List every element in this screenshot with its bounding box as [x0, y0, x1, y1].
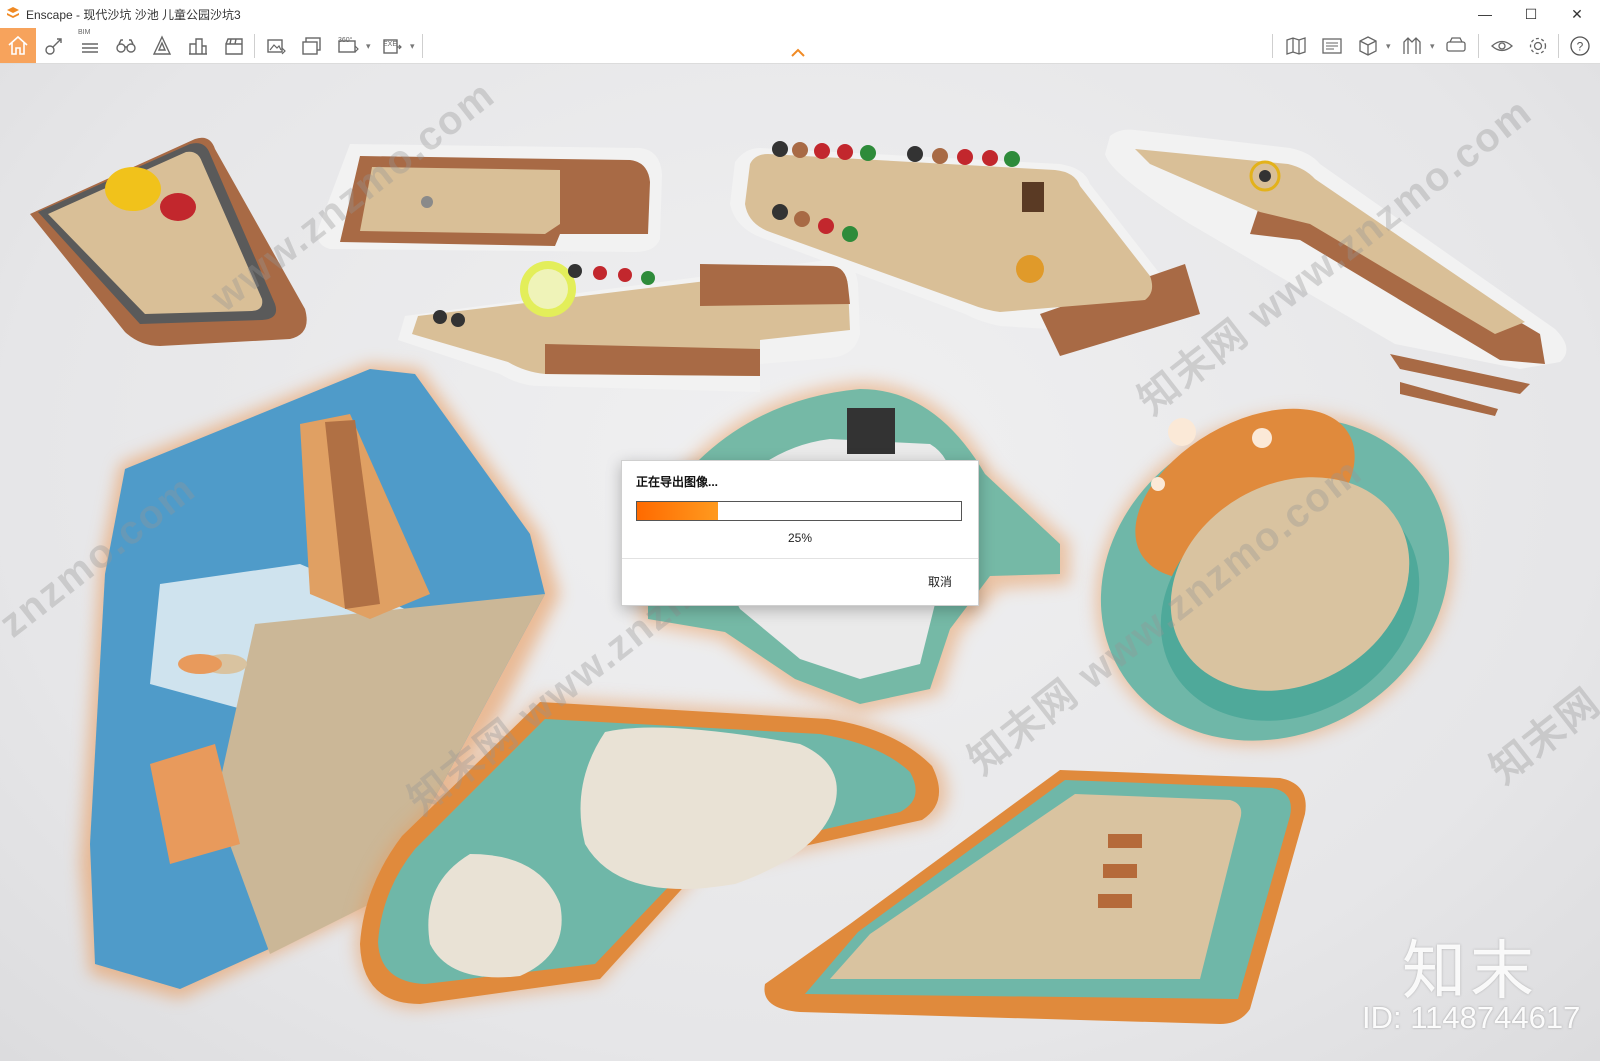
asset-library-button[interactable]: [36, 28, 72, 63]
batch-render-button[interactable]: [294, 28, 330, 63]
help-icon: ?: [1570, 35, 1590, 56]
panorama-label: 360°: [338, 37, 353, 44]
close-button[interactable]: ✕: [1554, 0, 1600, 28]
batch-render-icon: [302, 36, 321, 55]
visibility-icon: [1491, 40, 1513, 51]
render-image-button[interactable]: [258, 28, 294, 63]
chevron-down-icon[interactable]: ▾: [1430, 41, 1435, 52]
capture-button[interactable]: [1314, 28, 1350, 63]
bim-button[interactable]: BIM: [72, 28, 108, 63]
toolbar-separator: [1272, 34, 1273, 58]
progress-percent-text: 25%: [787, 531, 813, 545]
chevron-down-icon[interactable]: ▾: [410, 41, 415, 52]
vr-headset-icon: [1446, 36, 1466, 52]
window-title: Enscape - 现代沙坑 沙池 儿童公园沙坑3: [26, 7, 241, 22]
site-context-icon: [152, 34, 172, 55]
map-button[interactable]: [1278, 28, 1314, 63]
collapse-toolbar-chevron-icon[interactable]: [790, 46, 806, 58]
materials-icon: [1403, 36, 1421, 54]
home-button[interactable]: [0, 28, 36, 63]
asset-library-icon: [45, 37, 62, 55]
bim-label: BIM: [78, 29, 91, 36]
progress-fill: [637, 502, 718, 520]
materials-button[interactable]: [1394, 28, 1430, 63]
building-button[interactable]: [180, 28, 216, 63]
toolbar-separator: [254, 34, 255, 58]
title-bar: Enscape - 现代沙坑 沙池 儿童公园沙坑3 — ☐ ✕: [0, 0, 1600, 28]
render-image-icon: [267, 38, 286, 54]
visibility-button[interactable]: [1484, 28, 1520, 63]
video-editor-button[interactable]: [216, 28, 252, 63]
settings-button[interactable]: [1520, 28, 1556, 63]
views-button[interactable]: [1350, 28, 1386, 63]
help-button[interactable]: ?: [1562, 28, 1598, 63]
toolbar: BIM 360° ▾ EXE ▾ ▾ ▾ ?: [0, 28, 1600, 64]
toolbar-separator: [1558, 34, 1559, 58]
binoculars-icon: [116, 38, 136, 53]
maximize-button[interactable]: ☐: [1508, 0, 1554, 28]
capture-icon: [1322, 37, 1342, 54]
brand-id-text: ID: 1148744617: [1362, 1000, 1581, 1035]
building-icon: [189, 37, 207, 55]
panorama-button[interactable]: 360°: [330, 28, 366, 63]
home-icon: [8, 35, 28, 55]
export-label: EXE: [383, 41, 398, 48]
toolbar-separator: [422, 34, 423, 58]
map-icon: [1286, 36, 1306, 55]
dialog-divider: [622, 558, 978, 559]
chevron-down-icon[interactable]: ▾: [1386, 41, 1391, 52]
minimize-button[interactable]: —: [1462, 0, 1508, 28]
brand-logo-text: 知末: [1402, 935, 1538, 1009]
settings-icon: [1529, 37, 1547, 54]
binoculars-button[interactable]: [108, 28, 144, 63]
export-progress-bar: [636, 501, 962, 521]
toolbar-separator: [1478, 34, 1479, 58]
cancel-button[interactable]: 取消: [928, 573, 952, 590]
svg-text:?: ?: [1577, 39, 1584, 53]
export-button[interactable]: EXE: [374, 28, 410, 63]
sandpit-oval: [1095, 408, 1455, 746]
clapper-icon: [225, 37, 243, 55]
dialog-title: 正在导出图像...: [636, 475, 719, 489]
views-cube-icon: [1359, 35, 1377, 56]
enscape-logo-icon: [7, 7, 19, 18]
sandpit-carousel: [398, 259, 860, 392]
export-progress-dialog: 正在导出图像... 25% 取消: [621, 460, 979, 606]
window-controls: — ☐ ✕: [1462, 0, 1600, 28]
chevron-down-icon[interactable]: ▾: [366, 41, 371, 52]
vr-headset-button[interactable]: [1438, 28, 1474, 63]
site-context-button[interactable]: [144, 28, 180, 63]
bim-icon: [82, 42, 98, 53]
